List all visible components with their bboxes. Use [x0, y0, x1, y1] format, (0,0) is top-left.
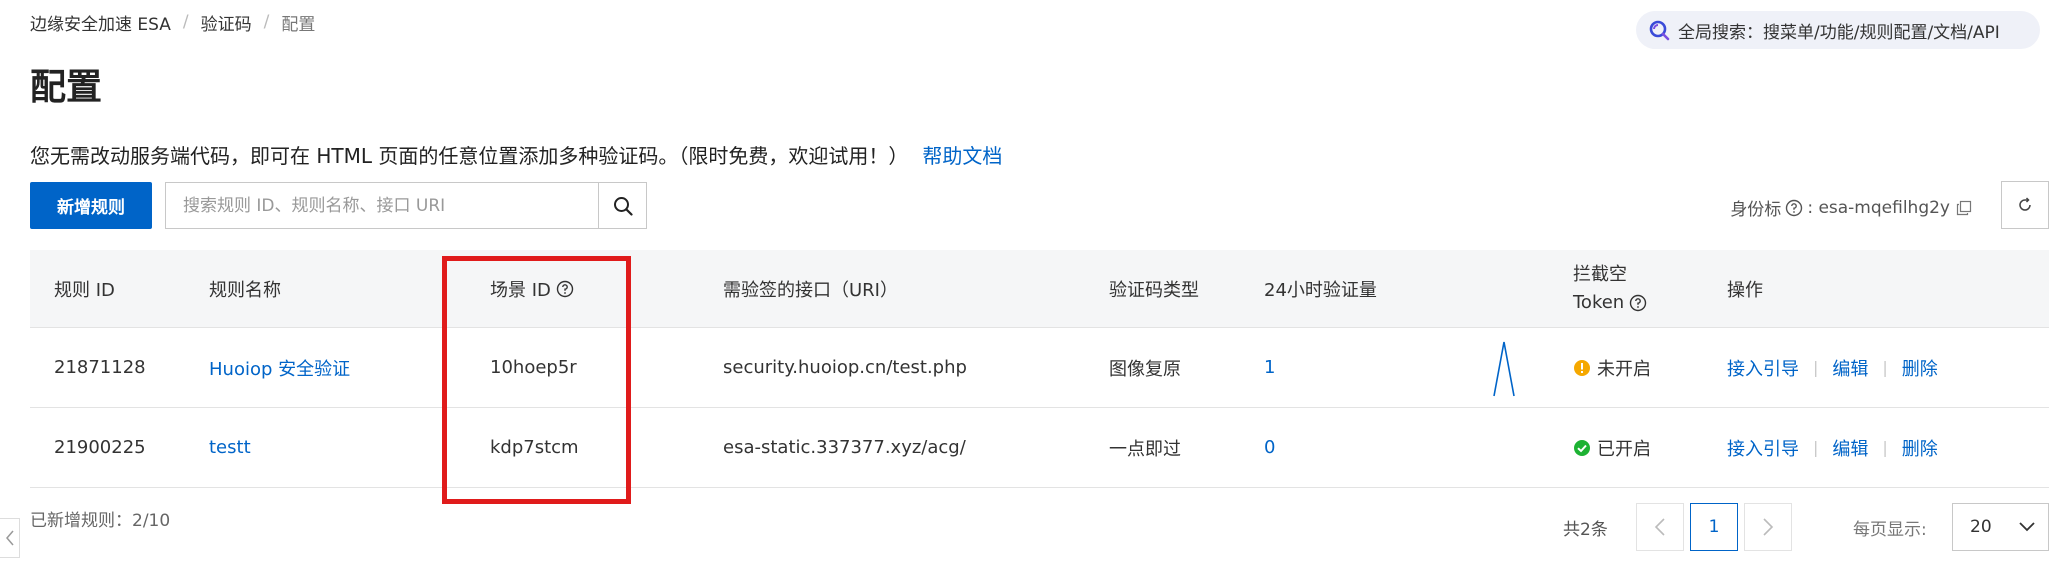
table-row: 21900225 testt kdp7stcm esa-static.33737…	[30, 408, 2049, 488]
chevron-down-icon	[2019, 522, 2035, 532]
refresh-icon	[2019, 197, 2031, 211]
highlight-annotation	[442, 256, 631, 504]
action-divider: |	[1813, 438, 1819, 457]
per-page-select[interactable]: 20	[1952, 503, 2049, 551]
check-circle-icon	[1574, 439, 1590, 456]
token-status-label: 已开启	[1597, 438, 1651, 460]
table-header: 规则 ID 规则名称 场景 ID 需验签的接口（URI） 验证码类型 24小时验…	[30, 250, 2049, 328]
search-icon	[1649, 20, 1670, 41]
chevron-right-icon	[1763, 518, 1774, 536]
search-input[interactable]	[166, 183, 598, 228]
add-rule-button[interactable]: 新增规则	[30, 182, 152, 229]
sparkline-chart	[1493, 341, 1515, 396]
access-guide-link[interactable]: 接入引导	[1727, 435, 1799, 461]
collapse-sidebar-handle[interactable]	[0, 518, 20, 558]
header-rule-id: 规则 ID	[54, 279, 115, 301]
copy-icon[interactable]	[1956, 200, 1972, 216]
identity-value: : esa-mqefilhg2y	[1807, 197, 1950, 218]
action-divider: |	[1882, 438, 1888, 457]
access-guide-link[interactable]: 接入引导	[1727, 355, 1799, 381]
header-captcha-type: 验证码类型	[1109, 279, 1199, 301]
per-page-label: 每页显示:	[1853, 520, 1927, 540]
prev-page-button[interactable]	[1636, 503, 1684, 551]
page-number-button[interactable]: 1	[1690, 503, 1738, 551]
header-token-line2: Token	[1573, 291, 1625, 313]
sparkline	[1490, 328, 1520, 407]
delete-link[interactable]: 删除	[1902, 435, 1938, 461]
per-page-value: 20	[1970, 517, 1992, 537]
chevron-left-icon	[1654, 518, 1665, 536]
breadcrumb-item-captcha[interactable]: 验证码	[201, 10, 252, 35]
uri: esa-static.337377.xyz/acg/	[723, 437, 966, 458]
page-title: 配置	[30, 67, 103, 108]
header-actions: 操作	[1727, 279, 1763, 301]
help-icon[interactable]	[1629, 294, 1647, 312]
delete-link[interactable]: 删除	[1902, 355, 1938, 381]
captcha-type: 图像复原	[1109, 358, 1181, 380]
table-row: 21871128 Huoiop 安全验证 10hoep5r security.h…	[30, 328, 2049, 408]
warning-icon	[1574, 359, 1590, 376]
breadcrumb-item-config: 配置	[281, 14, 316, 35]
volume-link[interactable]: 1	[1264, 328, 1275, 407]
breadcrumb-item-esa[interactable]: 边缘安全加速 ESA	[30, 10, 171, 35]
rule-id: 21900225	[54, 437, 146, 458]
action-divider: |	[1882, 358, 1888, 377]
header-uri: 需验签的接口（URI）	[723, 279, 898, 301]
header-token-line1: 拦截空	[1573, 263, 1627, 285]
captcha-type: 一点即过	[1109, 438, 1181, 460]
page-description: 您无需改动服务端代码，即可在 HTML 页面的任意位置添加多种验证码。（限时免费…	[30, 140, 1002, 169]
header-24h-volume: 24小时验证量	[1264, 279, 1377, 301]
rule-name-link[interactable]: testt	[209, 408, 251, 487]
breadcrumb-separator: /	[182, 12, 189, 32]
header-token-line2-wrap: Token	[1573, 289, 1647, 317]
rule-count: 已新增规则：2/10	[30, 511, 171, 531]
action-divider: |	[1813, 358, 1819, 377]
chevron-left-icon	[5, 530, 14, 546]
search-button[interactable]	[598, 183, 646, 228]
breadcrumb-separator: /	[263, 12, 270, 32]
header-block-empty-token: 拦截空 Token	[1573, 250, 1647, 327]
identity-tag: 身份标 : esa-mqefilhg2y	[1730, 195, 1972, 220]
global-search-label: 全局搜索：搜菜单/功能/规则配置/文档/API	[1678, 22, 2000, 43]
header-rule-name: 规则名称	[209, 279, 281, 301]
uri: security.huoiop.cn/test.php	[723, 357, 967, 378]
rule-id: 21871128	[54, 357, 146, 378]
token-status: 已开启	[1573, 408, 1651, 487]
description-text: 您无需改动服务端代码，即可在 HTML 页面的任意位置添加多种验证码。（限时免费…	[30, 144, 909, 168]
row-actions: 接入引导 | 编辑 | 删除	[1727, 408, 1938, 487]
edit-link[interactable]: 编辑	[1832, 355, 1868, 381]
row-actions: 接入引导 | 编辑 | 删除	[1727, 328, 1938, 407]
rule-name-link[interactable]: Huoiop 安全验证	[209, 328, 350, 407]
token-status-label: 未开启	[1597, 358, 1651, 380]
help-icon[interactable]	[1785, 199, 1803, 217]
rules-table: 规则 ID 规则名称 场景 ID 需验签的接口（URI） 验证码类型 24小时验…	[30, 250, 2049, 488]
breadcrumb: 边缘安全加速 ESA / 验证码 / 配置	[30, 10, 316, 35]
identity-label: 身份标	[1730, 200, 1782, 220]
refresh-button[interactable]	[2001, 181, 2049, 229]
rule-search	[165, 182, 647, 229]
global-search-button[interactable]: 全局搜索：搜菜单/功能/规则配置/文档/API	[1636, 11, 2040, 49]
volume-link[interactable]: 0	[1264, 408, 1275, 487]
total-count: 共2条	[1563, 520, 1608, 540]
edit-link[interactable]: 编辑	[1832, 435, 1868, 461]
token-status: 未开启	[1573, 328, 1651, 407]
search-icon	[613, 196, 633, 216]
next-page-button[interactable]	[1744, 503, 1792, 551]
help-doc-link[interactable]: 帮助文档	[922, 140, 1002, 169]
